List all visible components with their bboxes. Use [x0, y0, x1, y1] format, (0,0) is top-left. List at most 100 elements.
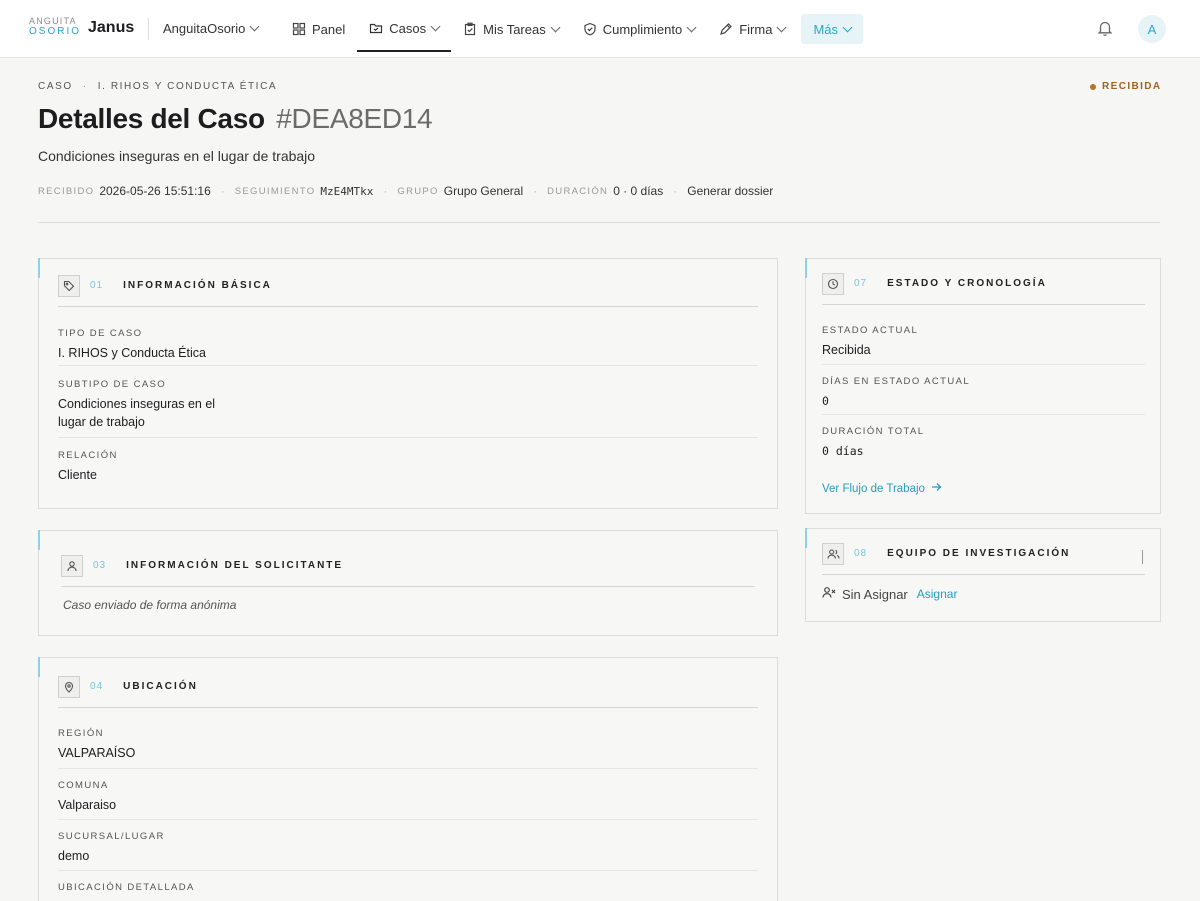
nav-mis-tareas-label: Mis Tareas: [483, 21, 546, 37]
meta-duration-value: 0 · 0 días: [613, 184, 664, 198]
field-value: demo: [58, 849, 90, 863]
case-subtitle: Condiciones inseguras en el lugar de tra…: [38, 148, 316, 164]
assign-button[interactable]: Asignar: [917, 587, 958, 601]
field-label: SUBTIPO DE CASO: [58, 379, 167, 390]
breadcrumb-caso[interactable]: CASO: [38, 81, 73, 92]
section-number: 04: [90, 681, 104, 692]
field-value-line: lugar de trabajo: [58, 415, 145, 429]
header-divider: [148, 18, 149, 40]
card-menu-handle[interactable]: [1142, 550, 1143, 564]
top-navigation-bar: ANGUITA OSORIO Janus AnguitaOsorio Panel…: [0, 0, 1200, 58]
basic-info-card: 01 INFORMACIÓN BÁSICA TIPO DE CASO I. RI…: [38, 258, 778, 509]
anonymous-notice: Caso enviado de forma anónima: [63, 598, 237, 612]
field-value: 0: [822, 394, 829, 408]
nav-mas-label: Más: [813, 21, 838, 37]
clipboard-icon: [463, 22, 477, 36]
row-divider: [822, 364, 1145, 365]
meta-group-value: Grupo General: [443, 184, 524, 198]
meta-tracking-value: MzE4MTkx: [320, 184, 374, 198]
nav-casos[interactable]: Casos: [357, 6, 452, 52]
nav-cumplimiento-label: Cumplimiento: [602, 21, 683, 37]
row-divider: [58, 365, 758, 366]
user-icon: [61, 554, 83, 577]
field-label: DÍAS EN ESTADO ACTUAL: [822, 376, 971, 387]
pen-icon: [719, 22, 733, 36]
folder-icon: [369, 21, 383, 35]
field-branch: SUCURSAL/LUGAR demo: [58, 831, 165, 865]
field-value: Condiciones inseguras en el lugar de tra…: [58, 395, 215, 431]
unassigned-label: Sin Asignar: [842, 586, 908, 602]
app-name[interactable]: Janus: [88, 19, 134, 37]
field-label: UBICACIÓN DETALLADA: [58, 882, 195, 893]
view-workflow-label: Ver Flujo de Trabajo: [822, 482, 925, 495]
field-days-in-status: DÍAS EN ESTADO ACTUAL 0: [822, 376, 970, 410]
organization-selector[interactable]: AnguitaOsorio: [163, 21, 260, 36]
field-value: Valparaiso: [58, 798, 117, 812]
view-workflow-link[interactable]: Ver Flujo de Trabajo: [822, 482, 942, 495]
breadcrumb-category[interactable]: I. RIHOS Y CONDUCTA ÉTICA: [98, 81, 277, 92]
field-region: REGIÓN VALPARAÍSO: [58, 728, 135, 762]
section-title: INFORMACIÓN BÁSICA: [123, 280, 272, 291]
field-case-type: TIPO DE CASO I. RIHOS y Conducta Ética: [58, 328, 206, 362]
chevron-down-icon: [249, 21, 260, 32]
field-value-line: Condiciones inseguras en el: [58, 397, 216, 411]
field-value: I. RIHOS y Conducta Ética: [58, 346, 206, 360]
location-card: 04 UBICACIÓN REGIÓN VALPARAÍSO COMUNA Va…: [38, 657, 778, 901]
bell-icon[interactable]: [1096, 19, 1114, 42]
tag-icon: [58, 274, 80, 297]
section-title: UBICACIÓN: [123, 681, 198, 692]
arrow-right-icon: [931, 482, 942, 495]
grid-icon: [292, 22, 306, 36]
header-divider-line: [38, 222, 1160, 223]
chevron-down-icon: [550, 22, 561, 32]
generate-dossier-button[interactable]: Generar dossier: [687, 184, 773, 198]
chevron-down-icon: [430, 21, 441, 31]
field-value: VALPARAÍSO: [58, 746, 136, 760]
location-header: 04 UBICACIÓN: [58, 675, 758, 708]
field-label: REGIÓN: [58, 728, 104, 739]
nav-mas[interactable]: Más: [801, 14, 863, 44]
user-avatar[interactable]: A: [1138, 15, 1166, 43]
row-divider: [58, 870, 758, 871]
status-timeline-header: 07 ESTADO Y CRONOLOGÍA: [822, 272, 1145, 305]
field-value: 0 días: [822, 444, 864, 458]
shield-check-icon: [583, 22, 597, 36]
meta-duration-label: DURACIÓN: [547, 185, 609, 197]
section-title: EQUIPO DE INVESTIGACIÓN: [887, 548, 1071, 559]
clock-icon: [822, 272, 844, 295]
section-number: 08: [854, 548, 868, 559]
status-badge-label: RECIBIDA: [1102, 81, 1162, 92]
field-label: TIPO DE CASO: [58, 328, 143, 339]
row-divider: [58, 437, 758, 438]
meta-separator: ·: [220, 184, 225, 198]
brand-logo[interactable]: ANGUITA OSORIO: [29, 17, 81, 37]
field-label: COMUNA: [58, 780, 109, 791]
logo-top-text: ANGUITA: [29, 16, 77, 26]
row-divider: [822, 414, 1145, 415]
page-title-text: Detalles del Caso: [38, 103, 265, 134]
meta-separator: ·: [533, 184, 538, 198]
chevron-down-icon: [842, 22, 853, 32]
basic-info-header: 01 INFORMACIÓN BÁSICA: [58, 274, 758, 307]
breadcrumb: CASO · I. RIHOS Y CONDUCTA ÉTICA: [38, 81, 277, 92]
nav-panel[interactable]: Panel: [280, 6, 357, 52]
meta-group-label: GRUPO: [397, 185, 439, 197]
status-timeline-card: 07 ESTADO Y CRONOLOGÍA ESTADO ACTUAL Rec…: [805, 258, 1161, 514]
users-icon: [822, 542, 844, 565]
field-total-duration: DURACIÓN TOTAL 0 días: [822, 426, 924, 460]
field-label: ESTADO ACTUAL: [822, 325, 919, 336]
nav-cumplimiento[interactable]: Cumplimiento: [571, 6, 707, 52]
page-title: Detalles del Caso #DEA8ED14: [38, 103, 433, 135]
status-dot-icon: [1090, 83, 1096, 90]
meta-tracking-label: SEGUIMIENTO: [234, 185, 316, 197]
case-meta: RECIBIDO 2026-05-26 15:51:16 · SEGUIMIEN…: [38, 184, 773, 198]
user-x-icon: [822, 586, 836, 602]
nav-firma[interactable]: Firma: [707, 6, 797, 52]
section-title: INFORMACIÓN DEL SOLICITANTE: [126, 560, 344, 571]
map-pin-icon: [58, 675, 80, 698]
investigation-team-header: 08 EQUIPO DE INVESTIGACIÓN: [822, 542, 1145, 575]
nav-mis-tareas[interactable]: Mis Tareas: [451, 6, 571, 52]
requester-info-card: 03 INFORMACIÓN DEL SOLICITANTE Caso envi…: [38, 530, 778, 636]
status-badge: RECIBIDA: [1090, 81, 1162, 92]
nav-panel-label: Panel: [312, 21, 346, 37]
